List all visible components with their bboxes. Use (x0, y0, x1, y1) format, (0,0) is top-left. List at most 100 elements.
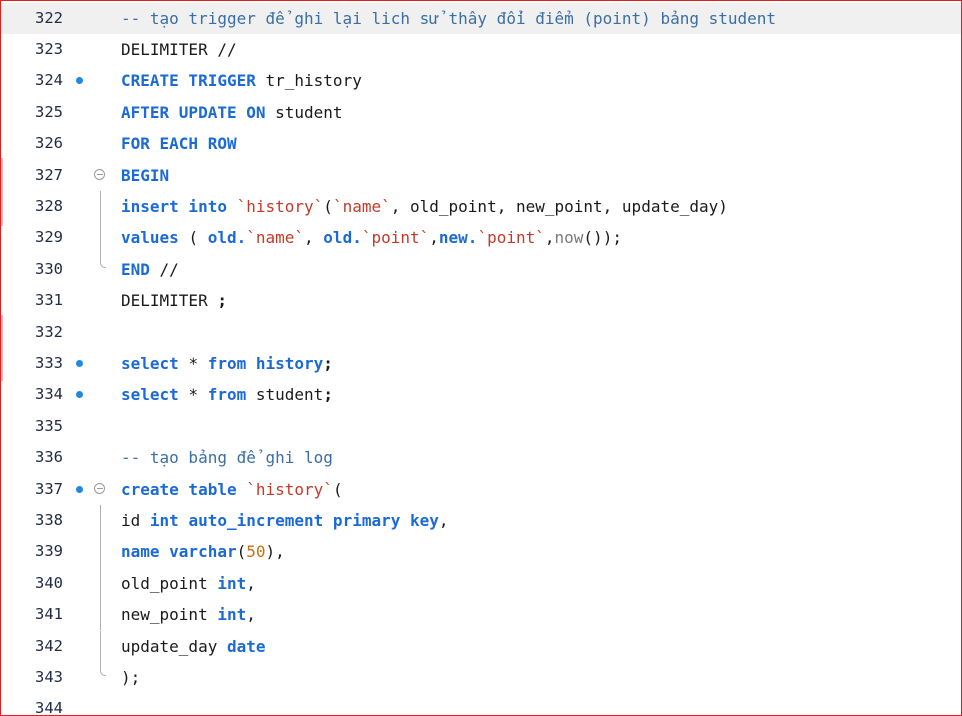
editor-frame: 322 -- tạo trigger để ghi lại lich sử thâ… (0, 0, 962, 716)
code-text: insert into `history`(`name`, old_point,… (121, 191, 728, 222)
code-token: select (121, 353, 189, 373)
code-line[interactable]: 341 new_point int, (1, 599, 961, 631)
code-line[interactable]: 344 (1, 693, 961, 715)
code-token: ); (121, 667, 141, 687)
code-line[interactable]: 331 DELIMITER ; (1, 285, 961, 316)
code-line[interactable]: 342 update_day date (1, 630, 961, 662)
code-text: create table `history`( (121, 474, 343, 505)
code-text: ); (121, 662, 140, 693)
breakpoint-dot-icon[interactable] (76, 485, 83, 493)
code-text: BEGIN (121, 160, 169, 191)
line-number: 326 (35, 134, 63, 153)
code-editor[interactable]: 322 -- tạo trigger để ghi lại lich sử thâ… (1, 1, 961, 715)
code-token: old. (207, 228, 247, 248)
code-token: ( (236, 542, 247, 562)
line-number: 339 (35, 542, 63, 561)
code-token: , old_point, new_point, update_day) (390, 196, 728, 216)
code-text: END // (121, 254, 179, 285)
fold-guide (100, 567, 101, 600)
code-token: new. (438, 228, 478, 248)
line-number: 333 (35, 353, 63, 372)
code-token: `point` (477, 228, 545, 248)
code-token: select (121, 385, 189, 405)
fold-guide (100, 190, 101, 223)
code-token: ; (323, 385, 333, 405)
code-token: ()); (583, 228, 622, 248)
code-line[interactable]: 329 values ( old.`name`, old.`point`,new.… (1, 222, 961, 254)
breakpoint-dot-icon[interactable] (76, 391, 83, 399)
fold-collapse-icon[interactable] (94, 168, 105, 180)
code-line[interactable]: 330 END // (1, 253, 961, 285)
code-line[interactable]: 323 DELIMITER // (1, 34, 961, 65)
code-line[interactable]: 338 id int auto_increment primary key, (1, 504, 961, 537)
code-token: int (217, 573, 247, 593)
code-line[interactable]: 324 CREATE TRIGGER tr_history (1, 65, 961, 96)
line-number: 328 (35, 196, 63, 215)
code-line[interactable]: 335 (1, 411, 961, 442)
code-token: DELIMITER // (121, 39, 237, 59)
code-line[interactable]: 334 select * from student; (1, 379, 961, 410)
code-token: name varchar (121, 542, 237, 562)
code-line[interactable]: 333 select * from history; (1, 348, 961, 379)
fold-guide (100, 599, 101, 631)
code-text: -- tạo trigger để ghi lại lich sử thây đ… (121, 3, 776, 34)
code-line[interactable]: 337 create table `history`( (1, 474, 961, 505)
line-number: 332 (35, 322, 63, 341)
code-text: DELIMITER ; (121, 285, 227, 316)
code-token: `name` (332, 196, 391, 216)
code-line[interactable]: 325 AFTER UPDATE ON student (1, 97, 961, 128)
code-token: DELIMITER (121, 291, 218, 311)
code-token: ( (323, 196, 333, 216)
code-token: insert into (121, 196, 237, 216)
code-line[interactable]: 328 insert into `history`(`name`, old_poi… (1, 190, 961, 223)
code-token: , (429, 228, 439, 248)
code-token: AFTER UPDATE ON (121, 102, 276, 122)
code-token: ), (265, 542, 285, 562)
code-token: create table (121, 479, 247, 499)
code-token: id (121, 510, 150, 530)
breakpoint-dot-icon[interactable] (76, 359, 83, 367)
code-text: name varchar(50), (121, 536, 285, 567)
fold-collapse-icon[interactable] (94, 482, 105, 494)
code-line[interactable]: 327 BEGIN (1, 160, 961, 191)
code-token: now (554, 228, 584, 248)
code-token: BEGIN (121, 165, 170, 185)
code-token: FOR EACH ROW (121, 134, 237, 154)
code-text: values ( old.`name`, old.`point`,new.`po… (121, 222, 622, 253)
code-token: `history` (236, 196, 324, 216)
code-text: AFTER UPDATE ON student (121, 97, 343, 128)
line-number: 338 (35, 510, 63, 529)
code-token: tr_history (265, 71, 362, 91)
line-number: 343 (35, 667, 63, 686)
code-token: date (226, 636, 266, 656)
code-token: , (438, 510, 449, 530)
code-text: id int auto_increment primary key, (121, 505, 449, 536)
code-token: student (255, 385, 324, 405)
code-token: // (159, 259, 179, 279)
breakpoint-dot-icon[interactable] (76, 77, 83, 85)
code-text: DELIMITER // (121, 34, 237, 65)
code-line[interactable]: 343); (1, 661, 961, 693)
code-line[interactable]: 322 -- tạo trigger để ghi lại lich sử thâ… (1, 2, 961, 34)
code-text: CREATE TRIGGER tr_history (121, 65, 362, 96)
code-line[interactable]: 336 -- tạo bảng để ghi log (1, 442, 961, 473)
code-line[interactable]: 326 FOR EACH ROW (1, 128, 961, 159)
code-text: old_point int, (121, 568, 256, 599)
code-token: `name` (246, 228, 305, 248)
fold-guide (100, 630, 101, 662)
code-token: , (544, 228, 555, 248)
code-token: -- tạo trigger để ghi lại lich sử thây đ… (121, 8, 777, 28)
line-number: 342 (35, 636, 63, 655)
code-token: int auto_increment primary key (149, 510, 439, 530)
code-token: , (304, 228, 324, 248)
code-token: update_day (121, 636, 227, 656)
code-line[interactable]: 332 (1, 317, 961, 348)
code-token: int (217, 605, 247, 625)
code-text: FOR EACH ROW (121, 128, 237, 159)
code-token: , (246, 573, 256, 593)
fold-guide (100, 222, 101, 254)
code-token: ; (323, 353, 333, 373)
line-number: 322 (35, 8, 63, 27)
code-line[interactable]: 339 name varchar(50), (1, 536, 961, 568)
code-line[interactable]: 340 old_point int, (1, 567, 961, 600)
